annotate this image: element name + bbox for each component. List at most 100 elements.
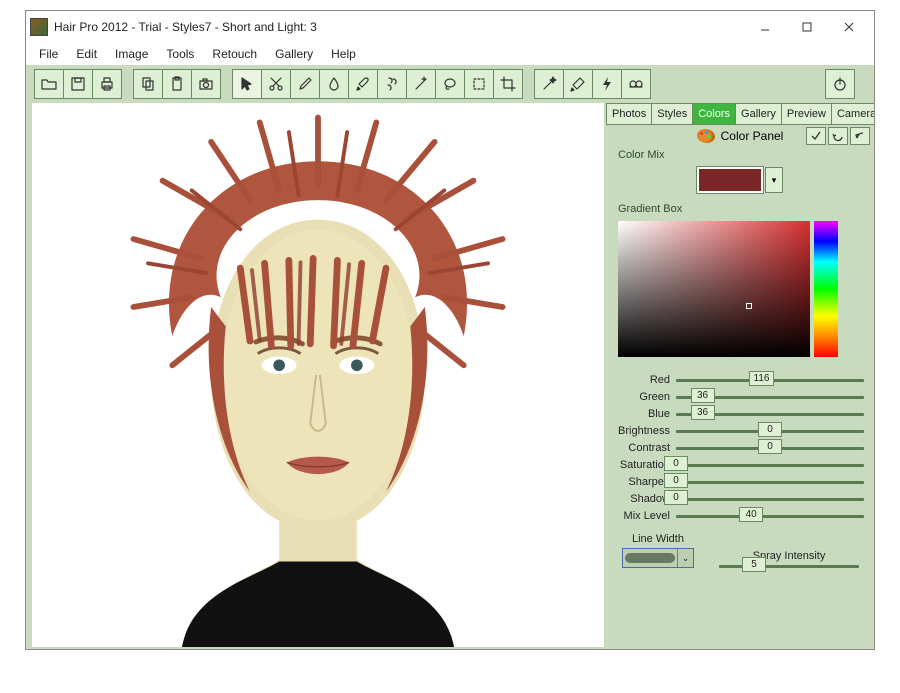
- slider-shadow[interactable]: 0: [676, 492, 864, 506]
- wand-tool[interactable]: [406, 69, 436, 99]
- menu-help[interactable]: Help: [322, 45, 365, 63]
- panel-undo-button[interactable]: [850, 127, 870, 145]
- maximize-button[interactable]: [786, 13, 828, 41]
- slider-row-saturation: Saturation 0: [610, 458, 864, 472]
- gradient-box-label: Gradient Box: [606, 201, 874, 217]
- slider-row-blue: Blue 36: [610, 407, 864, 421]
- slider-value: 40: [739, 507, 763, 522]
- tab-colors[interactable]: Colors: [692, 103, 736, 125]
- slider-row-green: Green 36: [610, 390, 864, 404]
- slider-value: 0: [664, 473, 688, 488]
- hue-slider[interactable]: [814, 221, 838, 357]
- slider-value: 36: [691, 388, 715, 403]
- slider-blue[interactable]: 36: [676, 407, 864, 421]
- slider-green[interactable]: 36: [676, 390, 864, 404]
- content-area: Photos Styles Colors Gallery Preview Cam…: [26, 103, 874, 649]
- window-controls: [744, 13, 870, 41]
- tab-camera[interactable]: Camera: [831, 103, 874, 125]
- menu-retouch[interactable]: Retouch: [203, 45, 266, 63]
- magic-tool[interactable]: [534, 69, 564, 99]
- canvas[interactable]: [32, 103, 604, 647]
- slider-row-shadow: Shadow 0: [610, 492, 864, 506]
- bolt-tool[interactable]: [592, 69, 622, 99]
- blur-tool[interactable]: [319, 69, 349, 99]
- slider-row-brightness: Brightness 0: [610, 424, 864, 438]
- line-width-label: Line Width: [632, 533, 684, 545]
- print-button[interactable]: [92, 69, 122, 99]
- panel-refresh-button[interactable]: [828, 127, 848, 145]
- tab-photos[interactable]: Photos: [606, 103, 652, 125]
- brush-tool[interactable]: [348, 69, 378, 99]
- slider-row-red: Red 116: [610, 373, 864, 387]
- spray-intensity-slider[interactable]: 5: [719, 565, 859, 568]
- crop-tool[interactable]: [493, 69, 523, 99]
- menu-bar: File Edit Image Tools Retouch Gallery He…: [26, 43, 874, 65]
- menu-tools[interactable]: Tools: [157, 45, 203, 63]
- toolbar: [26, 65, 874, 103]
- panel-title: Color Panel: [721, 129, 784, 143]
- camera-button[interactable]: [191, 69, 221, 99]
- app-window: Hair Pro 2012 - Trial - Styles7 - Short …: [25, 10, 875, 650]
- slider-label: Green: [610, 391, 676, 403]
- paste-button[interactable]: [162, 69, 192, 99]
- spray-intensity-value: 5: [742, 557, 766, 572]
- gradient-box: [606, 217, 874, 365]
- window-title: Hair Pro 2012 - Trial - Styles7 - Short …: [54, 20, 744, 34]
- close-button[interactable]: [828, 13, 870, 41]
- menu-file[interactable]: File: [30, 45, 67, 63]
- lasso-tool[interactable]: [435, 69, 465, 99]
- minimize-button[interactable]: [744, 13, 786, 41]
- sliders-panel: Red 116 Green 36 Blue 36 Brightness 0 Co…: [606, 365, 874, 527]
- scissors-tool[interactable]: [261, 69, 291, 99]
- slider-row-sharpen: Sharpen 0: [610, 475, 864, 489]
- sv-cursor: [746, 303, 752, 309]
- power-button[interactable]: [825, 69, 855, 99]
- slider-label: Red: [610, 374, 676, 386]
- slider-row-mix-level: Mix Level 40: [610, 509, 864, 523]
- preview-image: [32, 103, 604, 647]
- line-width-preview: [625, 553, 675, 563]
- tape-tool[interactable]: [621, 69, 651, 99]
- menu-edit[interactable]: Edit: [67, 45, 106, 63]
- tab-preview[interactable]: Preview: [781, 103, 832, 125]
- slider-brightness[interactable]: 0: [676, 424, 864, 438]
- slider-value: 0: [758, 422, 782, 437]
- current-color-swatch[interactable]: [697, 167, 763, 193]
- pointer-tool[interactable]: [232, 69, 262, 99]
- tab-styles[interactable]: Styles: [651, 103, 693, 125]
- marquee-tool[interactable]: [464, 69, 494, 99]
- side-tabs: Photos Styles Colors Gallery Preview Cam…: [606, 103, 874, 125]
- open-button[interactable]: [34, 69, 64, 99]
- slider-sharpen[interactable]: 0: [676, 475, 864, 489]
- save-button[interactable]: [63, 69, 93, 99]
- copy-button[interactable]: [133, 69, 163, 99]
- chevron-down-icon: ⌄: [677, 549, 693, 567]
- color-mix-row: ▾: [606, 163, 874, 201]
- slider-value: 0: [664, 456, 688, 471]
- slider-label: Contrast: [610, 442, 676, 454]
- slider-value: 116: [749, 371, 775, 386]
- slider-contrast[interactable]: 0: [676, 441, 864, 455]
- spray-tool[interactable]: [377, 69, 407, 99]
- tab-gallery[interactable]: Gallery: [735, 103, 782, 125]
- slider-mix-level[interactable]: 40: [676, 509, 864, 523]
- saturation-value-picker[interactable]: [618, 221, 810, 357]
- app-icon: [30, 18, 48, 36]
- eyedropper-tool[interactable]: [290, 69, 320, 99]
- slider-value: 0: [664, 490, 688, 505]
- paint-tool[interactable]: [563, 69, 593, 99]
- panel-check-button[interactable]: [806, 127, 826, 145]
- menu-image[interactable]: Image: [106, 45, 157, 63]
- slider-saturation[interactable]: 0: [676, 458, 864, 472]
- slider-value: 0: [758, 439, 782, 454]
- side-panel: Photos Styles Colors Gallery Preview Cam…: [606, 103, 874, 649]
- slider-label: Brightness: [610, 425, 676, 437]
- color-dropdown-arrow[interactable]: ▾: [765, 167, 783, 193]
- slider-label: Mix Level: [610, 510, 676, 522]
- menu-gallery[interactable]: Gallery: [266, 45, 322, 63]
- line-width-select[interactable]: ⌄: [622, 548, 694, 568]
- bottom-controls: Line Width ⌄ Spray Intensity 5: [606, 527, 874, 572]
- slider-label: Blue: [610, 408, 676, 420]
- slider-red[interactable]: 116: [676, 373, 864, 387]
- slider-row-contrast: Contrast 0: [610, 441, 864, 455]
